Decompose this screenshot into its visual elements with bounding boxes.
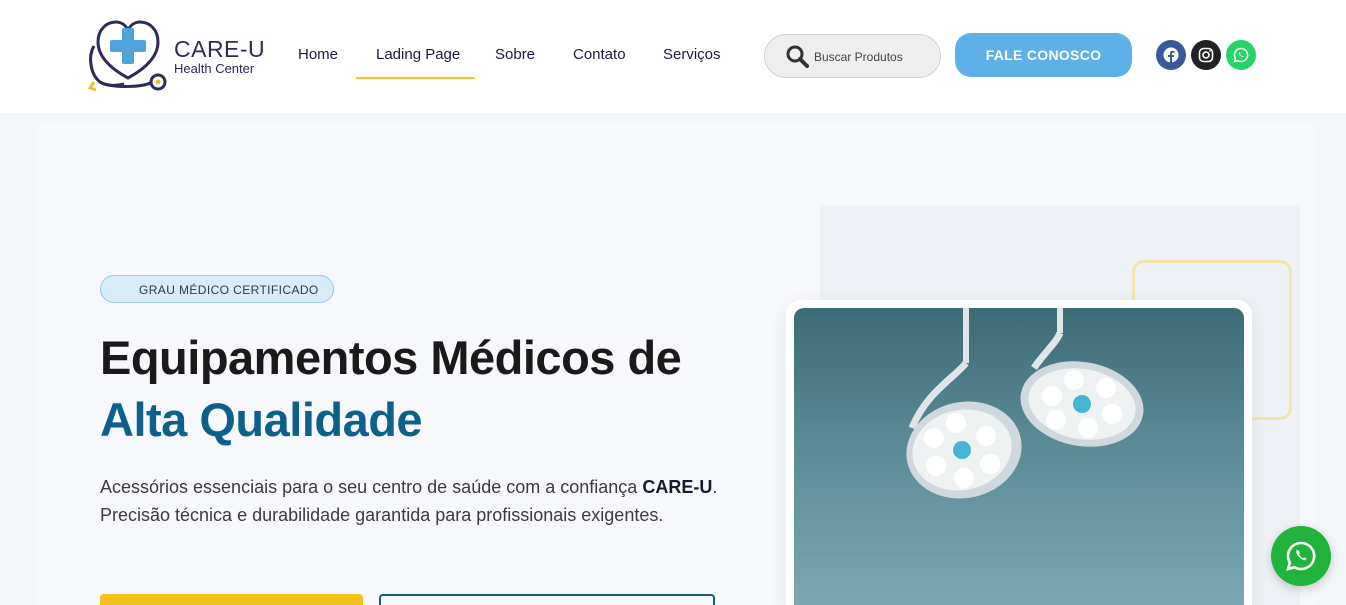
surgical-lights-image — [794, 308, 1244, 605]
site-header: CARE-U Health Center Home Lading Page So… — [0, 0, 1346, 113]
nav-item-landing-page[interactable]: Lading Page — [376, 46, 460, 63]
search-icon — [786, 45, 809, 68]
nav-item-servicos[interactable]: Serviços — [663, 46, 721, 63]
stethoscope-heart-icon — [87, 20, 167, 92]
nav-item-contato[interactable]: Contato — [573, 46, 626, 63]
secondary-action-button[interactable] — [379, 594, 715, 605]
hero-title-line1: Equipamentos Médicos de — [100, 331, 682, 384]
hero-description-brand: CARE-U — [642, 477, 713, 497]
whatsapp-link[interactable] — [1226, 40, 1256, 70]
badge-label: GRAU MÉDICO CERTIFICADO — [139, 283, 319, 297]
hero-title-line2: Alta Qualidade — [100, 393, 423, 446]
primary-action-button[interactable] — [100, 594, 363, 605]
whatsapp-icon — [1286, 541, 1316, 571]
contact-us-button[interactable]: FALE CONOSCO — [955, 33, 1132, 77]
whatsapp-icon — [1233, 47, 1249, 63]
facebook-icon — [1163, 47, 1179, 63]
nav-item-home[interactable]: Home — [298, 46, 338, 63]
instagram-icon — [1198, 47, 1214, 63]
hero-image-card — [786, 300, 1252, 605]
search-input[interactable]: Buscar Produtos — [764, 34, 941, 78]
search-placeholder: Buscar Produtos — [814, 50, 903, 64]
brand-tagline: Health Center — [174, 61, 255, 76]
surgical-lamp-icon — [906, 308, 1144, 499]
instagram-link[interactable] — [1191, 40, 1221, 70]
whatsapp-chat-button[interactable] — [1271, 526, 1331, 586]
brand-logo[interactable]: CARE-U Health Center — [86, 16, 276, 96]
hero-description-part1: Acessórios essenciais para o seu centro … — [100, 477, 638, 497]
facebook-link[interactable] — [1156, 40, 1186, 70]
certification-badge: GRAU MÉDICO CERTIFICADO — [100, 275, 334, 303]
brand-name: CARE-U — [174, 36, 266, 62]
hero-description: Acessórios essenciais para o seu centro … — [100, 473, 720, 529]
nav-item-sobre[interactable]: Sobre — [495, 46, 535, 63]
nav-active-indicator — [356, 77, 475, 79]
